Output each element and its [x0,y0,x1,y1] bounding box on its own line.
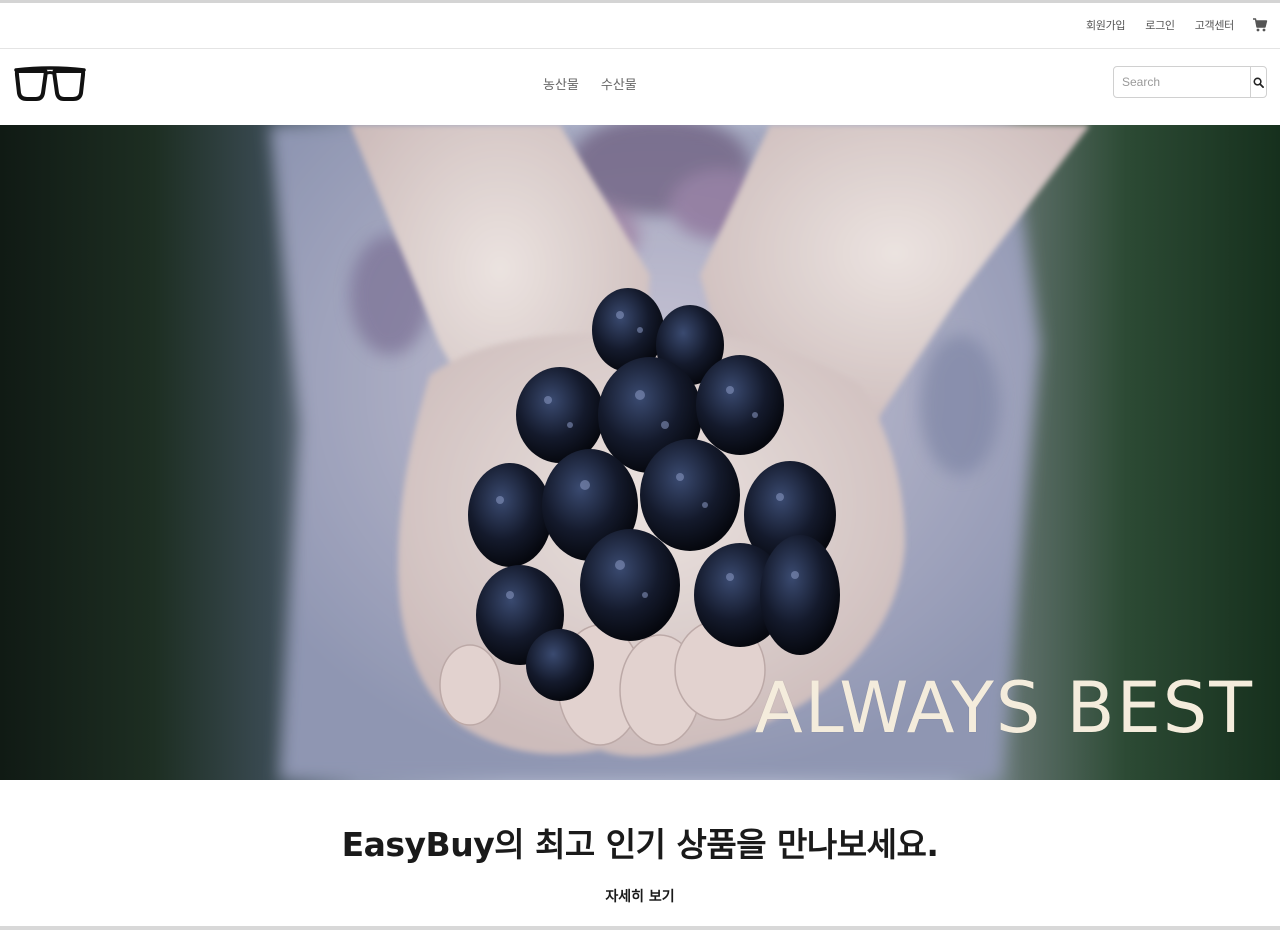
nav-item-agricultural[interactable]: 농산물 [543,74,579,93]
page: 회원가입 로그인 고객센터 농산물 수산물 Search ALWAYS BEST… [0,0,1280,930]
cart-icon[interactable] [1252,17,1268,33]
main-header: 농산물 수산물 [0,50,1280,126]
promo-title: EasyBuy의 최고 인기 상품을 만나보세요. [341,825,939,864]
more-link-row: 자세히 보기 [0,886,1280,906]
window-bottom-edge [0,926,1280,930]
hero-banner: ALWAYS BEST [0,125,1280,780]
search-input[interactable] [1114,67,1250,97]
utility-bar: 회원가입 로그인 고객센터 [0,3,1280,49]
glasses-logo-icon[interactable] [14,65,86,103]
nav-item-marine[interactable]: 수산물 [601,74,637,93]
main-nav: 농산물 수산물 [543,74,659,93]
search-box [1113,66,1267,98]
customer-center-link[interactable]: 고객센터 [1195,17,1235,33]
search-icon [1253,77,1264,88]
view-more-link[interactable]: 자세히 보기 [605,889,674,905]
signup-link[interactable]: 회원가입 [1086,17,1126,33]
hero-caption: ALWAYS BEST [754,667,1254,749]
utility-links: 회원가입 로그인 고객센터 [1066,17,1268,33]
login-link[interactable]: 로그인 [1145,17,1175,33]
search-button[interactable] [1250,67,1266,97]
